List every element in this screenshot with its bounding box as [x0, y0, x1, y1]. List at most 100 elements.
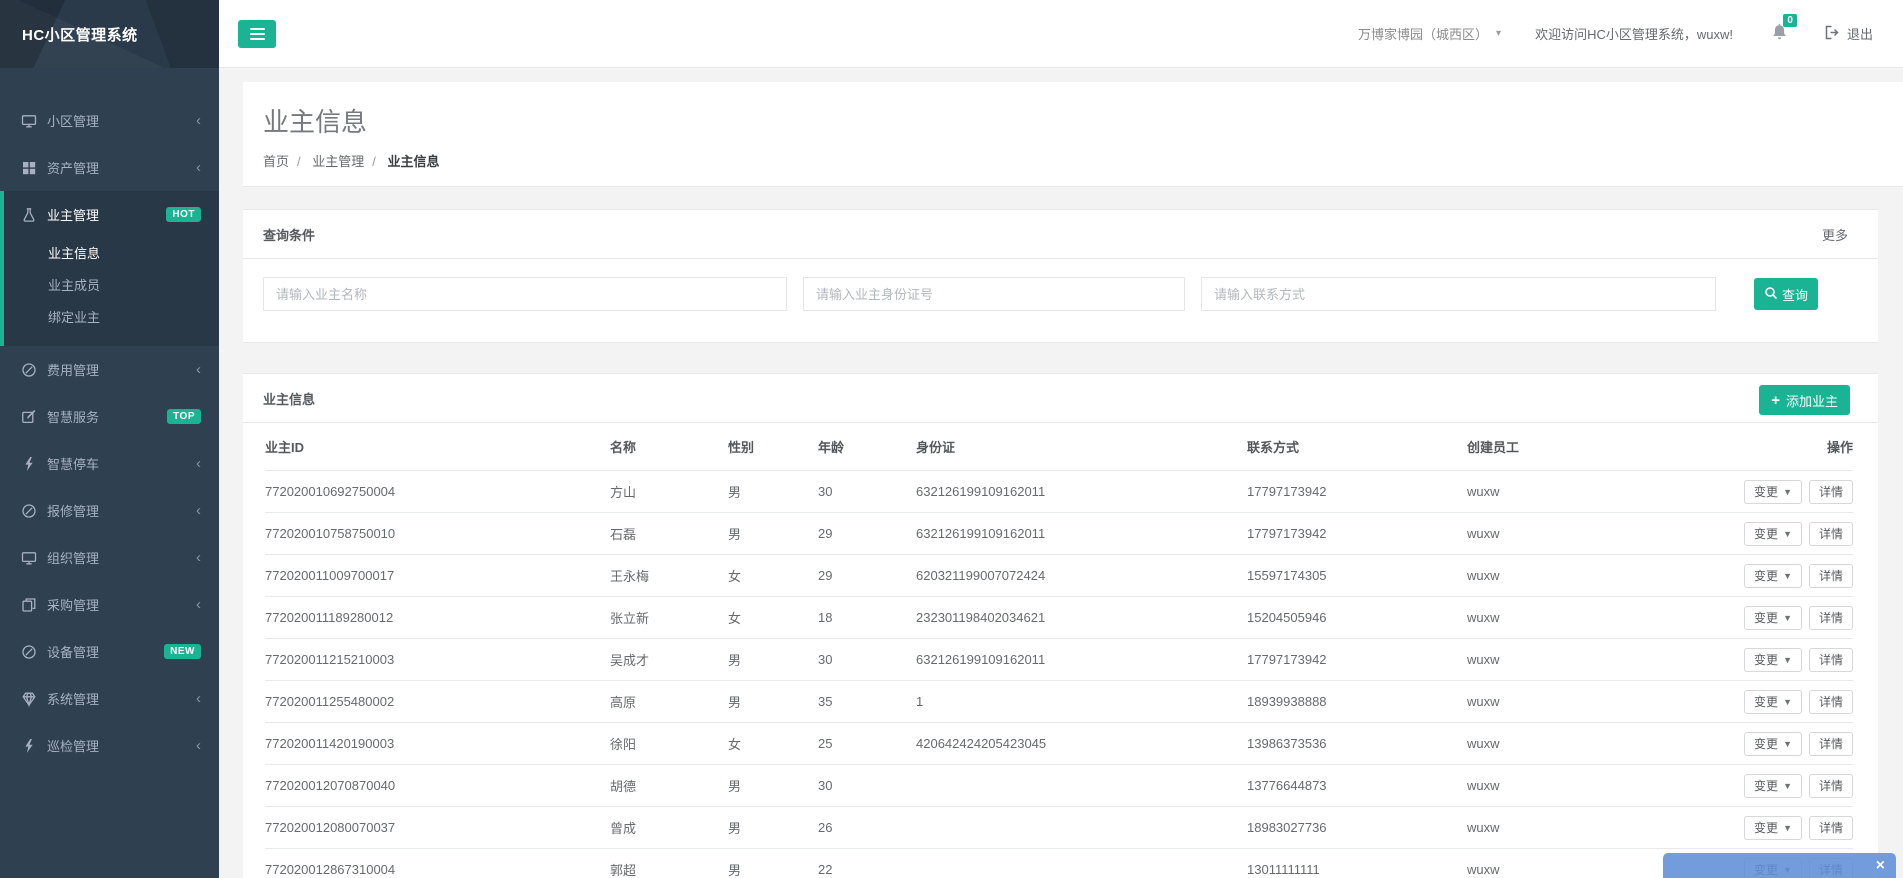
change-button[interactable]: 变更▼ [1744, 648, 1802, 672]
table-cell: wuxw [1467, 610, 1721, 625]
sign-out-icon [1824, 25, 1840, 43]
sidebar-item-organization[interactable]: 组织管理‹ [4, 534, 219, 581]
chevron-left-icon: ‹ [196, 113, 201, 128]
change-button[interactable]: 变更▼ [1744, 774, 1802, 798]
sidebar-group-devices: 设备管理NEW [0, 628, 219, 675]
page-heading: 业主信息 首页/ 业主管理/ 业主信息 [243, 82, 1903, 187]
change-label: 变更 [1754, 693, 1778, 710]
detail-button[interactable]: 详情 [1809, 522, 1853, 546]
detail-button[interactable]: 详情 [1809, 690, 1853, 714]
change-button[interactable]: 变更▼ [1744, 732, 1802, 756]
chevron-left-icon: ‹ [196, 503, 201, 518]
plus-icon: + [1771, 393, 1780, 408]
search-button[interactable]: 查询 [1754, 278, 1818, 310]
detail-button[interactable]: 详情 [1809, 564, 1853, 588]
column-header: 年龄 [818, 437, 916, 456]
change-button[interactable]: 变更▼ [1744, 564, 1802, 588]
table-header-row: 业主ID名称性别年龄身份证联系方式创建员工操作 [265, 423, 1853, 471]
breadcrumb-home[interactable]: 首页 [263, 154, 289, 169]
app-logo: HC小区管理系统 [0, 0, 219, 68]
row-actions: 变更▼ 详情 [1721, 564, 1853, 588]
sidebar-item-repairs[interactable]: 报修管理‹ [4, 487, 219, 534]
logout-button[interactable]: 退出 [1824, 24, 1873, 43]
table-cell: 女 [728, 734, 818, 753]
notification-badge: 0 [1783, 14, 1797, 27]
table-row: 772020010758750010石磊男2963212619910916201… [265, 513, 1853, 555]
detail-button[interactable]: 详情 [1809, 732, 1853, 756]
search-panel-title: 查询条件 [263, 225, 315, 244]
detail-label: 详情 [1819, 777, 1843, 794]
breadcrumb: 首页/ 业主管理/ 业主信息 [263, 151, 1883, 170]
sidebar-item-owners[interactable]: 业主管理HOT [4, 191, 219, 238]
table-cell: 胡德 [610, 776, 728, 795]
table-cell: 王永梅 [610, 566, 728, 585]
detail-button[interactable]: 详情 [1809, 774, 1853, 798]
search-button-label: 查询 [1782, 285, 1808, 304]
change-button[interactable]: 变更▼ [1744, 480, 1802, 504]
sidebar-group-fees: 费用管理‹ [0, 346, 219, 393]
sidebar-item-devices[interactable]: 设备管理NEW [4, 628, 219, 675]
add-owner-button[interactable]: + 添加业主 [1759, 385, 1850, 415]
community-selector[interactable]: 万博家博园（城西区） ▾ [1358, 24, 1501, 43]
detail-label: 详情 [1819, 651, 1843, 668]
owner-idcard-input[interactable] [803, 277, 1185, 311]
caret-down-icon: ▼ [1783, 655, 1792, 665]
change-button[interactable]: 变更▼ [1744, 690, 1802, 714]
detail-button[interactable]: 详情 [1809, 606, 1853, 630]
detail-button[interactable]: 详情 [1809, 816, 1853, 840]
sidebar-subitem-owner-info[interactable]: 业主信息 [4, 238, 219, 270]
notifications-button[interactable]: 0 [1771, 23, 1788, 44]
chevron-down-icon: ▾ [1496, 28, 1501, 39]
chevron-left-icon: ‹ [196, 160, 201, 175]
sidebar-item-fees[interactable]: 费用管理‹ [4, 346, 219, 393]
sidebar-item-system[interactable]: 系统管理‹ [4, 675, 219, 722]
table-cell: 25 [818, 736, 916, 751]
table-cell: 男 [728, 818, 818, 837]
more-link[interactable]: 更多 [1822, 225, 1848, 244]
contact-input[interactable] [1201, 277, 1716, 311]
change-button[interactable]: 变更▼ [1744, 522, 1802, 546]
search-form: 查询 [243, 259, 1878, 342]
detail-button[interactable]: 详情 [1809, 648, 1853, 672]
detail-label: 详情 [1819, 525, 1843, 542]
row-actions: 变更▼ 详情 [1721, 690, 1853, 714]
sidebar-item-procurement[interactable]: 采购管理‹ [4, 581, 219, 628]
sidebar-item-smart-service[interactable]: 智慧服务TOP [4, 393, 219, 440]
daily-brief-toast: × 每日简报 [1663, 853, 1896, 878]
sidebar-item-inspection[interactable]: 巡检管理‹ [4, 722, 219, 769]
table-cell: wuxw [1467, 484, 1721, 499]
row-actions: 变更▼ 详情 [1721, 732, 1853, 756]
table-cell: 1 [916, 694, 1247, 709]
detail-button[interactable]: 详情 [1809, 480, 1853, 504]
table-cell: 13011111111 [1247, 862, 1467, 877]
table-cell: 方山 [610, 482, 728, 501]
sidebar-group-system: 系统管理‹ [0, 675, 219, 722]
sidebar-item-label: 费用管理 [47, 360, 99, 379]
sidebar-group-repairs: 报修管理‹ [0, 487, 219, 534]
menu-toggle-button[interactable] [238, 20, 276, 48]
sidebar-item-assets[interactable]: 资产管理‹ [4, 144, 219, 191]
change-button[interactable]: 变更▼ [1744, 816, 1802, 840]
detail-label: 详情 [1819, 609, 1843, 626]
sidebar-submenu: 业主信息业主成员绑定业主 [4, 238, 219, 346]
table-cell: 15204505946 [1247, 610, 1467, 625]
gem-icon [20, 691, 38, 707]
breadcrumb-parent[interactable]: 业主管理 [312, 154, 364, 169]
table-cell: 18983027736 [1247, 820, 1467, 835]
devices-badge: NEW [164, 644, 201, 659]
sidebar-subitem-bind-owner[interactable]: 绑定业主 [4, 302, 219, 334]
close-icon[interactable]: × [1876, 858, 1885, 874]
table-row: 772020011215210003吴成才男306321261991091620… [265, 639, 1853, 681]
community-name: 万博家博园（城西区） [1358, 24, 1488, 43]
owner-name-input[interactable] [263, 277, 787, 311]
table-row: 772020011189280012张立新女182323011984020346… [265, 597, 1853, 639]
sidebar-item-community[interactable]: 小区管理‹ [4, 97, 219, 144]
detail-label: 详情 [1819, 735, 1843, 752]
table-row: 772020012867310004郭超男2213011111111wuxw变更… [265, 849, 1853, 878]
sidebar-group-smart-service: 智慧服务TOP [0, 393, 219, 440]
table-cell: 15597174305 [1247, 568, 1467, 583]
sidebar-item-smart-parking[interactable]: 智慧停车‹ [4, 440, 219, 487]
sidebar-subitem-owner-members[interactable]: 业主成员 [4, 270, 219, 302]
sidebar-group-inspection: 巡检管理‹ [0, 722, 219, 769]
change-button[interactable]: 变更▼ [1744, 606, 1802, 630]
